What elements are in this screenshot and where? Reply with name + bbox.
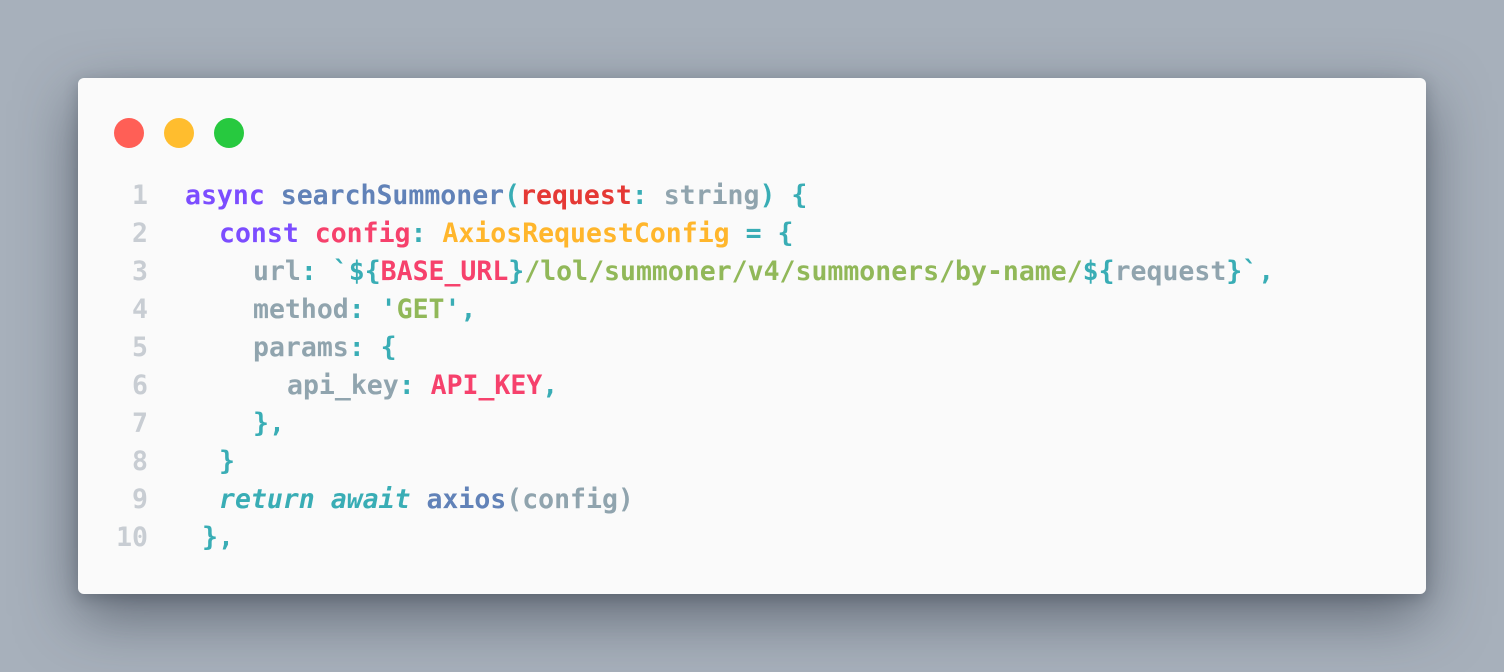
code-content: }, [202,519,234,557]
code-token: , [542,370,559,401]
code-token: : [398,370,431,401]
code-token: : [410,218,427,249]
code-line: 4 method: 'GET', [78,291,1426,329]
code-token: (config) [506,484,634,515]
code-token: BASE_URL [380,256,509,287]
code-line: 10}, [78,519,1426,557]
code-token: searchSummoner [280,180,505,211]
code-token: string [647,180,760,211]
code-token: ) [759,180,776,211]
code-content: const config: AxiosRequestConfig = { [219,215,793,253]
code-content: async searchSummoner(request: string) { [185,177,807,215]
code-content: url: `${BASE_URL}/lol/summoner/v4/summon… [253,253,1274,291]
code-token: }, [202,522,234,553]
code-token: ( [504,180,521,211]
close-button[interactable] [114,118,144,148]
window-controls [114,118,244,148]
code-line: 7}, [78,405,1426,443]
code-token: const [219,218,299,249]
code-content: method: 'GET', [253,291,476,329]
line-number: 6 [132,370,148,401]
line-number: 10 [116,522,148,553]
code-token: GET [396,294,445,325]
code-token: = { [729,218,794,249]
code-line: 3 url: `${BASE_URL}/lol/summoner/v4/summo… [78,253,1426,291]
code-content: }, [253,405,285,443]
code-line: 1 async searchSummoner(request: string) { [78,177,1426,215]
line-number: 4 [132,294,148,325]
code-token: : { [348,332,397,363]
line-number: 7 [132,408,148,439]
code-line: 8} [78,443,1426,481]
code-content: api_key: API_KEY, [287,367,558,405]
code-window: 1 async searchSummoner(request: string) {… [78,78,1426,594]
code-token: request [520,180,632,211]
code-token: : `${ [300,256,381,287]
code-token: async [185,180,265,211]
code-token: }, [253,408,285,439]
code-token: url [253,256,301,287]
code-token: axios [426,484,507,515]
code-token: method [253,294,349,325]
code-token: API_KEY [430,370,543,401]
code-token: config [314,218,411,249]
code-token: api_key [287,370,399,401]
code-token: : ' [348,294,397,325]
code-token: ${ [1082,256,1115,287]
code-content: return await axios(config) [219,481,634,519]
line-number: 5 [132,332,148,363]
code-token: ', [444,294,477,325]
code-token: : [631,180,648,211]
code-block: 1 async searchSummoner(request: string) {… [78,177,1426,557]
maximize-button[interactable] [214,118,244,148]
code-token: await [330,484,411,515]
code-token: }`, [1226,256,1275,287]
line-number: 1 [132,180,148,211]
line-number: 2 [132,218,148,249]
code-content: params: { [253,329,397,367]
code-token: /lol/summoner/v4/summoners/by-name/ [524,256,1083,287]
code-token: return [219,484,315,515]
line-number: 8 [132,446,148,477]
line-number: 9 [132,484,148,515]
code-token: } [508,256,525,287]
code-line: 6 api_key: API_KEY, [78,367,1426,405]
line-number: 3 [132,256,148,287]
code-token: params [253,332,349,363]
minimize-button[interactable] [164,118,194,148]
code-line: 9 return await axios(config) [78,481,1426,519]
code-line: 5 params: { [78,329,1426,367]
code-token: AxiosRequestConfig [442,218,730,249]
code-content: } [219,443,235,481]
code-token: request [1114,256,1227,287]
code-token: { [775,180,808,211]
code-token: } [219,446,235,477]
code-line: 2 const config: AxiosRequestConfig = { [78,215,1426,253]
